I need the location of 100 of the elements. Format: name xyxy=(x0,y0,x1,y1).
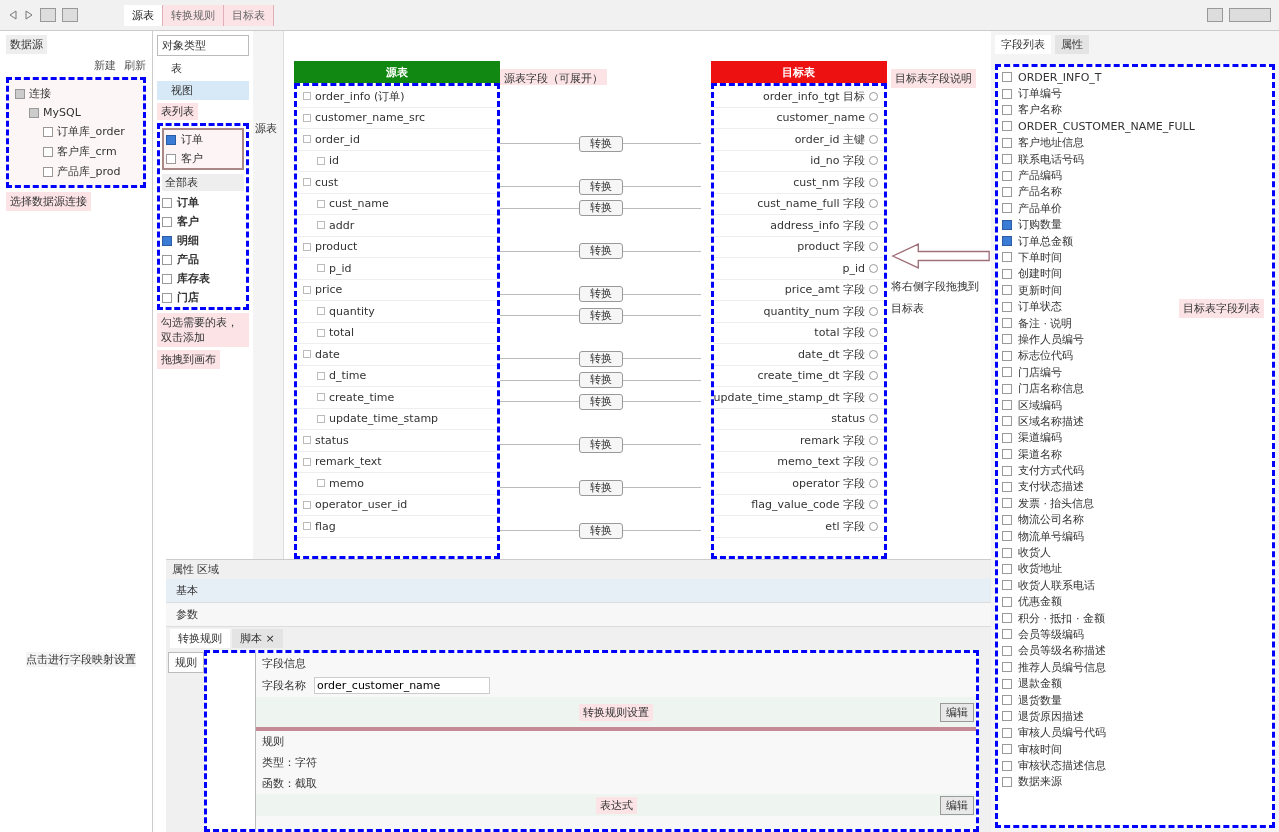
tree-item[interactable]: 连接 xyxy=(29,86,51,101)
edit-button[interactable]: 编辑 xyxy=(940,702,974,722)
checkbox[interactable] xyxy=(1002,645,1012,656)
field-name[interactable]: 订购数量 xyxy=(1018,217,1062,233)
tree-toggle-icon[interactable] xyxy=(29,107,39,118)
field-name[interactable]: 推荐人员编号信息 xyxy=(1018,659,1106,675)
checkbox[interactable] xyxy=(1002,285,1012,296)
checkbox[interactable] xyxy=(1002,137,1012,148)
checkbox[interactable] xyxy=(1002,563,1012,574)
field-name[interactable]: update_time_stamp_dt 字段 xyxy=(713,389,865,405)
field-name[interactable]: remark_text xyxy=(315,455,382,469)
checkbox[interactable] xyxy=(1002,760,1012,771)
expand-icon[interactable] xyxy=(317,199,325,208)
transform-button[interactable]: 转换 xyxy=(578,286,623,303)
field-name[interactable]: total 字段 xyxy=(814,325,865,341)
field-name[interactable]: product xyxy=(315,240,358,254)
field-name[interactable]: 物流公司名称 xyxy=(1018,512,1084,528)
transform-button[interactable]: 转换 xyxy=(578,243,623,260)
checkbox[interactable] xyxy=(162,216,172,227)
checkbox[interactable] xyxy=(1002,547,1012,558)
field-name[interactable]: 门店编号 xyxy=(1018,364,1062,380)
expand-icon[interactable] xyxy=(317,328,325,337)
field-name[interactable]: 优惠金额 xyxy=(1018,594,1062,610)
field-name[interactable]: p_id xyxy=(842,261,865,275)
field-name[interactable]: ORDER_INFO_T xyxy=(1018,70,1102,84)
type-item[interactable]: 表 xyxy=(157,59,249,78)
field-name[interactable]: 审核时间 xyxy=(1018,741,1062,757)
checkbox[interactable] xyxy=(1002,498,1012,509)
field-name[interactable]: 区域编码 xyxy=(1018,397,1062,413)
field-name[interactable]: 会员等级编码 xyxy=(1018,626,1084,642)
expand-icon[interactable] xyxy=(303,113,311,122)
forward-icon[interactable] xyxy=(24,10,34,20)
checkbox[interactable] xyxy=(1002,367,1012,378)
table-name[interactable]: 门店 xyxy=(177,290,199,305)
field-name[interactable]: cust xyxy=(315,175,339,189)
field-name[interactable]: price xyxy=(315,283,343,297)
checkbox[interactable] xyxy=(1002,416,1012,427)
expand-icon[interactable] xyxy=(303,92,311,101)
field-name[interactable]: 门店名称信息 xyxy=(1018,381,1084,397)
field-name[interactable]: total xyxy=(329,326,355,340)
transform-button[interactable]: 转换 xyxy=(578,372,623,389)
transform-button[interactable]: 转换 xyxy=(578,135,623,152)
checkbox[interactable] xyxy=(1002,301,1012,312)
field-name[interactable]: 退货原因描述 xyxy=(1018,708,1084,724)
checkbox[interactable] xyxy=(1002,727,1012,738)
checkbox[interactable] xyxy=(1002,318,1012,329)
checkbox[interactable] xyxy=(1002,236,1012,247)
checkbox[interactable] xyxy=(1002,432,1012,443)
expand-icon[interactable] xyxy=(317,371,325,380)
checkbox[interactable] xyxy=(1002,777,1012,787)
field-name[interactable]: operator 字段 xyxy=(792,475,865,491)
table-name[interactable]: 库存表 xyxy=(177,271,210,286)
field-name[interactable]: product 字段 xyxy=(797,239,865,255)
field-name[interactable]: 审核人员编号代码 xyxy=(1018,725,1106,741)
checkbox[interactable] xyxy=(1002,186,1012,197)
back-icon[interactable] xyxy=(8,10,18,20)
field-name[interactable]: p_id xyxy=(329,261,352,275)
toolbar-link[interactable]: 新建 xyxy=(94,58,116,73)
field-name[interactable]: 发票 · 抬头信息 xyxy=(1018,495,1095,511)
field-name[interactable]: 产品编码 xyxy=(1018,168,1062,184)
transform-button[interactable]: 转换 xyxy=(578,479,623,496)
table-name[interactable]: 客户 xyxy=(177,214,199,229)
checkbox[interactable] xyxy=(1002,88,1012,99)
field-name[interactable]: 订单总金额 xyxy=(1018,233,1073,249)
checkbox[interactable] xyxy=(1002,711,1012,722)
field-name[interactable]: 订单状态 xyxy=(1018,299,1062,315)
checkbox[interactable] xyxy=(1002,449,1012,460)
expand-icon[interactable] xyxy=(303,522,311,531)
field-name[interactable]: 产品单价 xyxy=(1018,200,1062,216)
field-name[interactable]: 订单编号 xyxy=(1018,86,1062,102)
tree-item[interactable]: 产品库_prod xyxy=(57,164,121,179)
field-name[interactable]: 数据来源 xyxy=(1018,774,1062,790)
table-name[interactable]: 订单 xyxy=(181,132,203,147)
field-name[interactable]: 更新时间 xyxy=(1018,282,1062,298)
field-name[interactable]: 备注 · 说明 xyxy=(1018,315,1073,331)
field-name[interactable]: 区域名称描述 xyxy=(1018,413,1084,429)
tree-toggle-icon[interactable] xyxy=(43,166,53,177)
field-name[interactable]: 支付方式代码 xyxy=(1018,463,1084,479)
field-name[interactable]: status xyxy=(315,433,349,447)
expand-icon[interactable] xyxy=(317,414,325,423)
transform-button[interactable]: 转换 xyxy=(578,436,623,453)
checkbox[interactable] xyxy=(1002,104,1012,115)
checkbox[interactable] xyxy=(1002,678,1012,689)
tree-item[interactable]: MySQL xyxy=(43,106,81,119)
field-name[interactable]: order_info (订单) xyxy=(315,88,405,104)
checkbox[interactable] xyxy=(166,153,176,164)
field-name[interactable]: update_time_stamp xyxy=(329,412,439,426)
panel-tab[interactable]: 参数 xyxy=(166,603,991,627)
field-name[interactable]: cust_nm 字段 xyxy=(793,174,865,190)
field-name[interactable]: 支付状态描述 xyxy=(1018,479,1084,495)
editor-tab[interactable]: 目标表 xyxy=(224,4,274,26)
expand-icon[interactable] xyxy=(303,457,311,466)
field-name[interactable]: customer_name_src xyxy=(315,111,426,125)
field-name[interactable]: address_info 字段 xyxy=(770,217,865,233)
sub-tab[interactable]: 转换规则 xyxy=(170,629,230,648)
editor-tab[interactable]: 转换规则 xyxy=(163,4,224,26)
field-name[interactable]: 客户名称 xyxy=(1018,102,1062,118)
checkbox[interactable] xyxy=(1002,629,1012,640)
field-name[interactable]: date_dt 字段 xyxy=(797,346,865,362)
field-name[interactable]: 产品名称 xyxy=(1018,184,1062,200)
